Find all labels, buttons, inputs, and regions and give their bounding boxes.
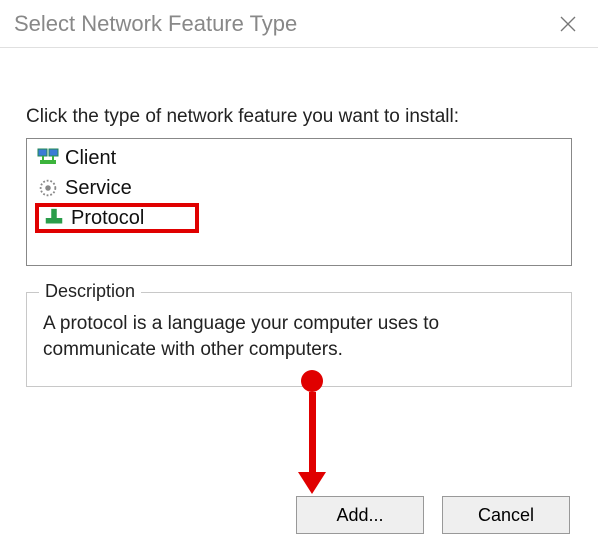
- feature-listbox[interactable]: Client Service Protocol: [26, 138, 572, 266]
- arrow-head-icon: [298, 472, 326, 494]
- instruction-label: Click the type of network feature you wa…: [26, 106, 572, 128]
- arrow-shaft-icon: [309, 392, 316, 472]
- feature-item-service[interactable]: Service: [35, 173, 563, 203]
- description-text: A protocol is a language your computer u…: [43, 311, 555, 362]
- description-legend: Description: [39, 281, 141, 302]
- arrow-dot-icon: [301, 370, 323, 392]
- window-title: Select Network Feature Type: [14, 11, 297, 37]
- button-row: Add... Cancel: [0, 496, 598, 534]
- close-icon: [560, 16, 576, 32]
- protocol-icon: [41, 205, 67, 231]
- feature-item-protocol[interactable]: Protocol: [35, 203, 199, 233]
- add-button[interactable]: Add...: [296, 496, 424, 534]
- feature-label: Service: [65, 177, 132, 200]
- feature-item-client[interactable]: Client: [35, 143, 563, 173]
- feature-label: Protocol: [71, 207, 144, 230]
- titlebar: Select Network Feature Type: [0, 0, 598, 48]
- cancel-button[interactable]: Cancel: [442, 496, 570, 534]
- annotation-arrow: [298, 370, 326, 494]
- close-button[interactable]: [538, 0, 598, 48]
- client-icon: [35, 145, 61, 171]
- service-icon: [35, 175, 61, 201]
- feature-label: Client: [65, 147, 116, 170]
- dialog-content: Click the type of network feature you wa…: [0, 48, 598, 407]
